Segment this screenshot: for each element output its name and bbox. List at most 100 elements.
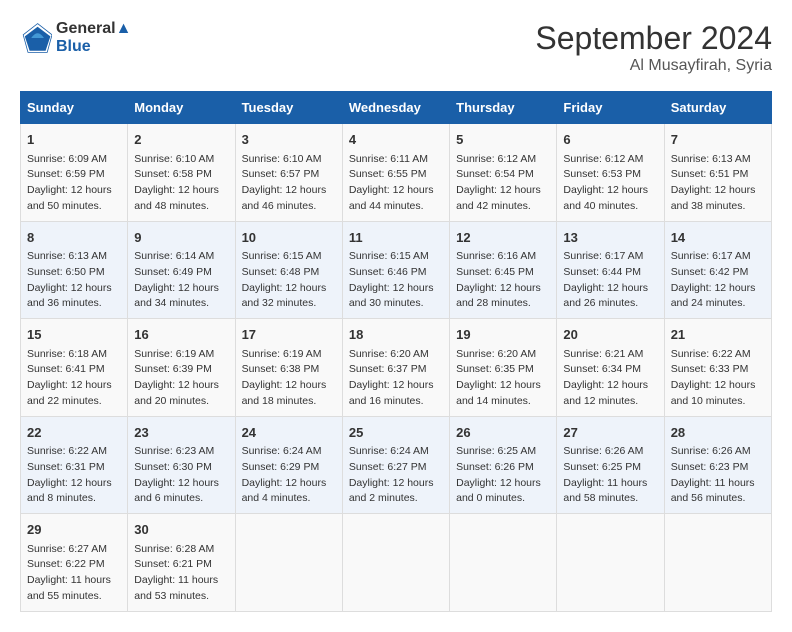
day-number: 15 [27,325,121,345]
day-number: 8 [27,228,121,248]
month-title: September 2024 [535,20,772,57]
day-number: 18 [349,325,443,345]
calendar-cell: 11Sunrise: 6:15 AMSunset: 6:46 PMDayligh… [342,221,449,319]
logo-text: General▲ Blue [56,20,131,56]
cell-content: Sunrise: 6:15 AMSunset: 6:46 PMDaylight:… [349,249,443,312]
calendar-header-row: SundayMondayTuesdayWednesdayThursdayFrid… [21,92,772,124]
day-number: 23 [134,423,228,443]
calendar-cell: 29Sunrise: 6:27 AMSunset: 6:22 PMDayligh… [21,514,128,612]
location-title: Al Musayfirah, Syria [535,57,772,75]
day-number: 4 [349,130,443,150]
day-number: 22 [27,423,121,443]
day-number: 30 [134,520,228,540]
day-number: 10 [242,228,336,248]
calendar-cell: 28Sunrise: 6:26 AMSunset: 6:23 PMDayligh… [664,416,771,514]
day-number: 19 [456,325,550,345]
cell-content: Sunrise: 6:19 AMSunset: 6:38 PMDaylight:… [242,347,336,410]
calendar-cell: 9Sunrise: 6:14 AMSunset: 6:49 PMDaylight… [128,221,235,319]
cell-content: Sunrise: 6:11 AMSunset: 6:55 PMDaylight:… [349,152,443,215]
day-number: 16 [134,325,228,345]
calendar-cell: 19Sunrise: 6:20 AMSunset: 6:35 PMDayligh… [450,319,557,417]
cell-content: Sunrise: 6:18 AMSunset: 6:41 PMDaylight:… [27,347,121,410]
cell-content: Sunrise: 6:17 AMSunset: 6:44 PMDaylight:… [563,249,657,312]
day-number: 3 [242,130,336,150]
col-header-monday: Monday [128,92,235,124]
calendar-cell [342,514,449,612]
calendar-cell: 15Sunrise: 6:18 AMSunset: 6:41 PMDayligh… [21,319,128,417]
calendar-cell: 5Sunrise: 6:12 AMSunset: 6:54 PMDaylight… [450,124,557,222]
cell-content: Sunrise: 6:12 AMSunset: 6:53 PMDaylight:… [563,152,657,215]
cell-content: Sunrise: 6:16 AMSunset: 6:45 PMDaylight:… [456,249,550,312]
calendar-cell: 23Sunrise: 6:23 AMSunset: 6:30 PMDayligh… [128,416,235,514]
cell-content: Sunrise: 6:20 AMSunset: 6:37 PMDaylight:… [349,347,443,410]
cell-content: Sunrise: 6:22 AMSunset: 6:33 PMDaylight:… [671,347,765,410]
cell-content: Sunrise: 6:23 AMSunset: 6:30 PMDaylight:… [134,444,228,507]
calendar-cell: 20Sunrise: 6:21 AMSunset: 6:34 PMDayligh… [557,319,664,417]
col-header-friday: Friday [557,92,664,124]
cell-content: Sunrise: 6:15 AMSunset: 6:48 PMDaylight:… [242,249,336,312]
col-header-wednesday: Wednesday [342,92,449,124]
day-number: 7 [671,130,765,150]
calendar-cell: 14Sunrise: 6:17 AMSunset: 6:42 PMDayligh… [664,221,771,319]
calendar-week-2: 8Sunrise: 6:13 AMSunset: 6:50 PMDaylight… [21,221,772,319]
calendar-cell [557,514,664,612]
calendar-cell: 26Sunrise: 6:25 AMSunset: 6:26 PMDayligh… [450,416,557,514]
col-header-thursday: Thursday [450,92,557,124]
cell-content: Sunrise: 6:27 AMSunset: 6:22 PMDaylight:… [27,542,121,605]
cell-content: Sunrise: 6:24 AMSunset: 6:29 PMDaylight:… [242,444,336,507]
calendar-week-1: 1Sunrise: 6:09 AMSunset: 6:59 PMDaylight… [21,124,772,222]
day-number: 2 [134,130,228,150]
cell-content: Sunrise: 6:26 AMSunset: 6:23 PMDaylight:… [671,444,765,507]
calendar-cell: 22Sunrise: 6:22 AMSunset: 6:31 PMDayligh… [21,416,128,514]
day-number: 5 [456,130,550,150]
cell-content: Sunrise: 6:20 AMSunset: 6:35 PMDaylight:… [456,347,550,410]
calendar-cell: 1Sunrise: 6:09 AMSunset: 6:59 PMDaylight… [21,124,128,222]
calendar-cell: 6Sunrise: 6:12 AMSunset: 6:53 PMDaylight… [557,124,664,222]
cell-content: Sunrise: 6:10 AMSunset: 6:58 PMDaylight:… [134,152,228,215]
day-number: 11 [349,228,443,248]
col-header-sunday: Sunday [21,92,128,124]
col-header-saturday: Saturday [664,92,771,124]
logo-icon [20,22,52,54]
calendar-cell [235,514,342,612]
calendar-cell: 24Sunrise: 6:24 AMSunset: 6:29 PMDayligh… [235,416,342,514]
calendar-cell: 17Sunrise: 6:19 AMSunset: 6:38 PMDayligh… [235,319,342,417]
calendar-cell: 21Sunrise: 6:22 AMSunset: 6:33 PMDayligh… [664,319,771,417]
calendar-cell: 4Sunrise: 6:11 AMSunset: 6:55 PMDaylight… [342,124,449,222]
day-number: 21 [671,325,765,345]
calendar-cell: 16Sunrise: 6:19 AMSunset: 6:39 PMDayligh… [128,319,235,417]
day-number: 20 [563,325,657,345]
calendar-cell: 10Sunrise: 6:15 AMSunset: 6:48 PMDayligh… [235,221,342,319]
calendar-cell: 13Sunrise: 6:17 AMSunset: 6:44 PMDayligh… [557,221,664,319]
day-number: 17 [242,325,336,345]
day-number: 12 [456,228,550,248]
calendar-cell: 12Sunrise: 6:16 AMSunset: 6:45 PMDayligh… [450,221,557,319]
cell-content: Sunrise: 6:13 AMSunset: 6:51 PMDaylight:… [671,152,765,215]
calendar-week-3: 15Sunrise: 6:18 AMSunset: 6:41 PMDayligh… [21,319,772,417]
cell-content: Sunrise: 6:12 AMSunset: 6:54 PMDaylight:… [456,152,550,215]
day-number: 1 [27,130,121,150]
cell-content: Sunrise: 6:10 AMSunset: 6:57 PMDaylight:… [242,152,336,215]
cell-content: Sunrise: 6:19 AMSunset: 6:39 PMDaylight:… [134,347,228,410]
day-number: 14 [671,228,765,248]
day-number: 28 [671,423,765,443]
cell-content: Sunrise: 6:25 AMSunset: 6:26 PMDaylight:… [456,444,550,507]
cell-content: Sunrise: 6:14 AMSunset: 6:49 PMDaylight:… [134,249,228,312]
calendar-cell: 30Sunrise: 6:28 AMSunset: 6:21 PMDayligh… [128,514,235,612]
cell-content: Sunrise: 6:26 AMSunset: 6:25 PMDaylight:… [563,444,657,507]
day-number: 27 [563,423,657,443]
cell-content: Sunrise: 6:28 AMSunset: 6:21 PMDaylight:… [134,542,228,605]
page-header: General▲ Blue September 2024 Al Musayfir… [20,20,772,75]
calendar-cell: 18Sunrise: 6:20 AMSunset: 6:37 PMDayligh… [342,319,449,417]
calendar-cell: 25Sunrise: 6:24 AMSunset: 6:27 PMDayligh… [342,416,449,514]
cell-content: Sunrise: 6:21 AMSunset: 6:34 PMDaylight:… [563,347,657,410]
title-block: September 2024 Al Musayfirah, Syria [535,20,772,75]
day-number: 29 [27,520,121,540]
logo: General▲ Blue [20,20,131,56]
day-number: 13 [563,228,657,248]
calendar-cell: 8Sunrise: 6:13 AMSunset: 6:50 PMDaylight… [21,221,128,319]
calendar-cell: 2Sunrise: 6:10 AMSunset: 6:58 PMDaylight… [128,124,235,222]
calendar-cell: 7Sunrise: 6:13 AMSunset: 6:51 PMDaylight… [664,124,771,222]
calendar-cell [450,514,557,612]
calendar-cell [664,514,771,612]
